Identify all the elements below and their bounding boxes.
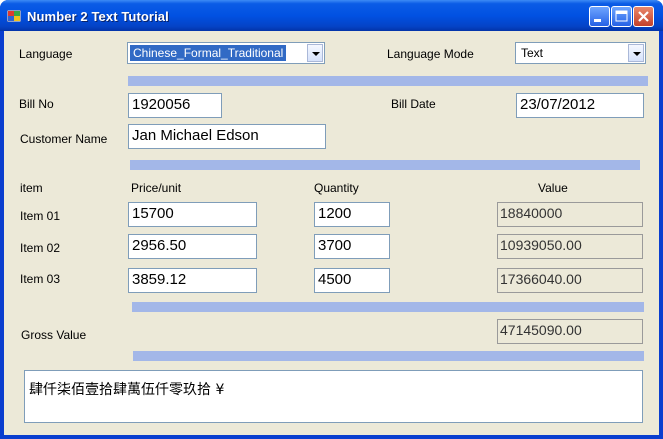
- close-icon: [638, 11, 649, 22]
- language-mode-label: Language Mode: [387, 47, 474, 61]
- language-label: Language: [19, 47, 73, 61]
- separator-bar: [132, 302, 644, 312]
- customer-name-field[interactable]: Jan Michael Edson: [128, 124, 326, 149]
- language-selected-value: Chinese_Formal_Traditional: [130, 45, 287, 61]
- quantity-field[interactable]: 1200: [314, 202, 390, 227]
- language-select[interactable]: Chinese_Formal_Traditional: [127, 42, 325, 64]
- price-field[interactable]: 3859.12: [128, 268, 257, 293]
- bill-date-label: Bill Date: [391, 97, 436, 111]
- text-output-area[interactable]: 肆仟柒佰壹拾肆萬伍仟零玖拾 ¥: [24, 370, 643, 423]
- bill-date-field[interactable]: 23/07/2012: [516, 93, 644, 118]
- value-field: 10939050.00: [497, 234, 643, 259]
- price-column-header: Price/unit: [131, 181, 182, 195]
- quantity-column-header: Quantity: [314, 181, 359, 195]
- minimize-icon: [594, 19, 601, 22]
- close-button[interactable]: [633, 6, 654, 27]
- value-field: 18840000: [497, 202, 643, 227]
- bill-no-field[interactable]: 1920056: [128, 93, 222, 118]
- maximize-button[interactable]: [611, 6, 632, 27]
- quantity-field[interactable]: 3700: [314, 234, 390, 259]
- maximize-icon: [615, 10, 628, 22]
- window-title: Number 2 Text Tutorial: [27, 9, 169, 24]
- item-label: Item 01: [20, 209, 61, 223]
- item-label: Item 03: [20, 272, 61, 286]
- chevron-down-icon[interactable]: [628, 44, 644, 62]
- form-client-area: Language Chinese_Formal_Traditional Lang…: [4, 31, 659, 435]
- separator-bar: [130, 160, 640, 170]
- app-icon: [7, 10, 21, 22]
- separator-bar: [128, 76, 648, 86]
- item-column-header: item: [20, 181, 43, 195]
- chevron-down-icon[interactable]: [307, 44, 323, 62]
- minimize-button[interactable]: [589, 6, 610, 27]
- value-field: 17366040.00: [497, 268, 643, 293]
- item-label: Item 02: [20, 241, 61, 255]
- bill-no-label: Bill No: [19, 97, 54, 111]
- title-bar[interactable]: Number 2 Text Tutorial: [0, 0, 663, 31]
- gross-value-field: 47145090.00: [497, 319, 643, 344]
- language-mode-select[interactable]: Text: [515, 42, 646, 64]
- quantity-field[interactable]: 4500: [314, 268, 390, 293]
- separator-bar: [133, 351, 644, 361]
- value-column-header: Value: [538, 181, 568, 195]
- language-mode-selected-value: Text: [521, 46, 544, 60]
- customer-name-label: Customer Name: [20, 132, 108, 146]
- price-field[interactable]: 15700: [128, 202, 257, 227]
- app-window: Number 2 Text Tutorial Language Chinese_…: [0, 0, 663, 439]
- gross-value-label: Gross Value: [21, 328, 87, 342]
- price-field[interactable]: 2956.50: [128, 234, 257, 259]
